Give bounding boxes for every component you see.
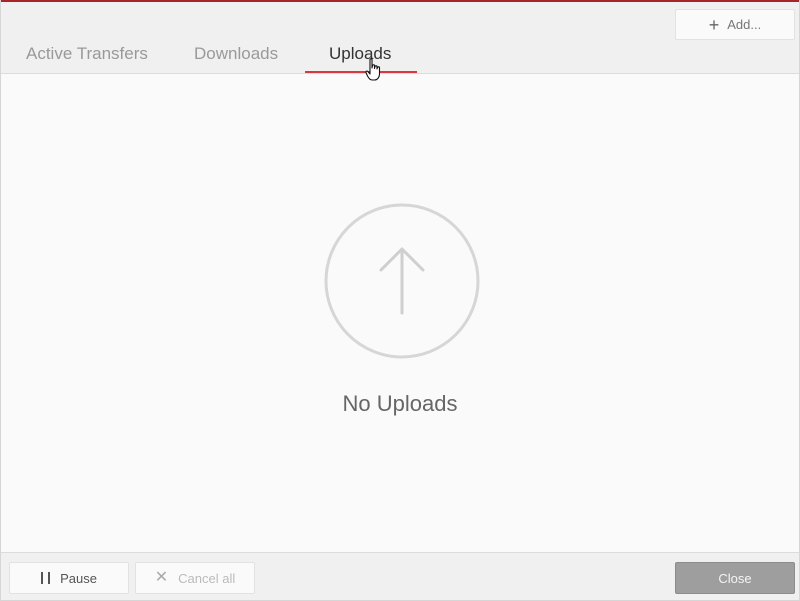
cancel-all-button-label: Cancel all bbox=[178, 570, 236, 586]
footer-bar: Pause ✕ Cancel all Close bbox=[1, 553, 799, 601]
empty-state-message: No Uploads bbox=[342, 391, 458, 416]
transfer-manager-window: + Add... Active Transfers Downloads Uplo… bbox=[0, 0, 800, 601]
close-button[interactable]: Close bbox=[675, 562, 795, 594]
pause-button-label: Pause bbox=[60, 570, 97, 586]
close-icon: ✕ bbox=[154, 569, 169, 586]
transfer-tabs: Active Transfers Downloads Uploads bbox=[1, 44, 799, 73]
plus-icon: + bbox=[708, 14, 720, 35]
pause-button[interactable]: Pause bbox=[9, 562, 129, 594]
add-button[interactable]: + Add... bbox=[675, 9, 795, 40]
window-top-accent bbox=[1, 0, 799, 2]
close-button-label: Close bbox=[718, 570, 752, 586]
add-button-label: Add... bbox=[727, 17, 762, 32]
tab-downloads[interactable]: Downloads bbox=[194, 44, 278, 73]
pause-icon bbox=[41, 572, 51, 584]
hand-cursor-icon bbox=[365, 58, 381, 81]
tab-active-transfers[interactable]: Active Transfers bbox=[26, 44, 148, 73]
upload-arrow-icon bbox=[324, 203, 480, 359]
cancel-all-button[interactable]: ✕ Cancel all bbox=[135, 562, 255, 594]
uploads-panel: No Uploads bbox=[1, 73, 799, 553]
